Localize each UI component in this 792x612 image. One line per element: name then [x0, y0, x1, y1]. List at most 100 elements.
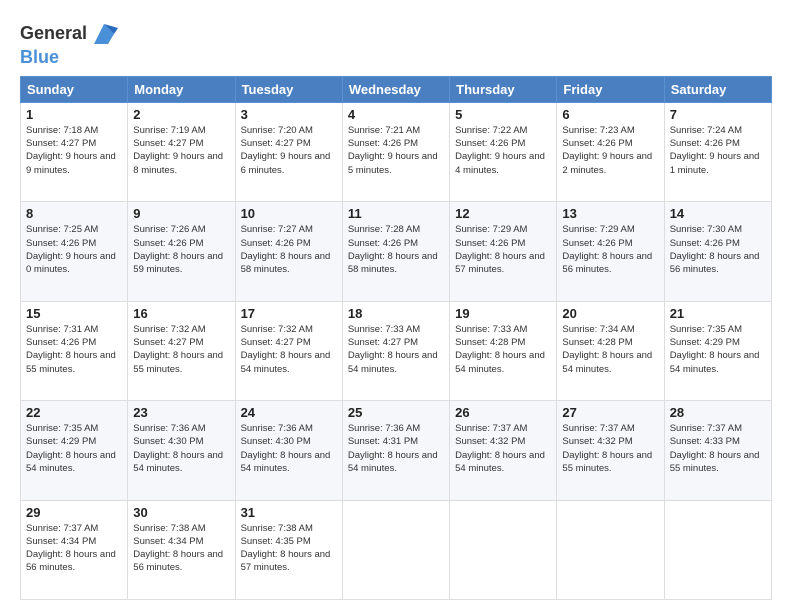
- calendar-cell: 26 Sunrise: 7:37 AMSunset: 4:32 PMDayligh…: [450, 401, 557, 500]
- day-number: 14: [670, 206, 766, 221]
- day-number: 12: [455, 206, 551, 221]
- day-number: 19: [455, 306, 551, 321]
- day-info: Sunrise: 7:36 AMSunset: 4:31 PMDaylight:…: [348, 422, 444, 475]
- day-info: Sunrise: 7:18 AMSunset: 4:27 PMDaylight:…: [26, 124, 122, 177]
- logo-text: General: [20, 24, 87, 44]
- weekday-header-tuesday: Tuesday: [235, 76, 342, 102]
- day-number: 20: [562, 306, 658, 321]
- calendar-cell: [342, 500, 449, 599]
- day-info: Sunrise: 7:19 AMSunset: 4:27 PMDaylight:…: [133, 124, 229, 177]
- day-info: Sunrise: 7:33 AMSunset: 4:28 PMDaylight:…: [455, 323, 551, 376]
- day-info: Sunrise: 7:37 AMSunset: 4:33 PMDaylight:…: [670, 422, 766, 475]
- calendar-cell: 10 Sunrise: 7:27 AMSunset: 4:26 PMDayligh…: [235, 202, 342, 301]
- day-info: Sunrise: 7:32 AMSunset: 4:27 PMDaylight:…: [133, 323, 229, 376]
- day-number: 6: [562, 107, 658, 122]
- day-info: Sunrise: 7:27 AMSunset: 4:26 PMDaylight:…: [241, 223, 337, 276]
- calendar-cell: 24 Sunrise: 7:36 AMSunset: 4:30 PMDayligh…: [235, 401, 342, 500]
- day-info: Sunrise: 7:21 AMSunset: 4:26 PMDaylight:…: [348, 124, 444, 177]
- day-info: Sunrise: 7:38 AMSunset: 4:35 PMDaylight:…: [241, 522, 337, 575]
- day-number: 8: [26, 206, 122, 221]
- day-number: 21: [670, 306, 766, 321]
- day-info: Sunrise: 7:33 AMSunset: 4:27 PMDaylight:…: [348, 323, 444, 376]
- calendar-cell: [557, 500, 664, 599]
- day-info: Sunrise: 7:37 AMSunset: 4:32 PMDaylight:…: [562, 422, 658, 475]
- calendar-cell: [664, 500, 771, 599]
- calendar-cell: 14 Sunrise: 7:30 AMSunset: 4:26 PMDayligh…: [664, 202, 771, 301]
- calendar-cell: 9Sunrise: 7:26 AMSunset: 4:26 PMDaylight…: [128, 202, 235, 301]
- calendar-cell: 6 Sunrise: 7:23 AMSunset: 4:26 PMDaylight…: [557, 102, 664, 201]
- logo-icon: [90, 20, 118, 48]
- calendar-cell: 23 Sunrise: 7:36 AMSunset: 4:30 PMDayligh…: [128, 401, 235, 500]
- day-info: Sunrise: 7:35 AMSunset: 4:29 PMDaylight:…: [670, 323, 766, 376]
- day-info: Sunrise: 7:23 AMSunset: 4:26 PMDaylight:…: [562, 124, 658, 177]
- calendar-cell: 17 Sunrise: 7:32 AMSunset: 4:27 PMDayligh…: [235, 301, 342, 400]
- day-number: 5: [455, 107, 551, 122]
- day-number: 16: [133, 306, 229, 321]
- calendar-cell: 20 Sunrise: 7:34 AMSunset: 4:28 PMDayligh…: [557, 301, 664, 400]
- calendar-cell: 5 Sunrise: 7:22 AMSunset: 4:26 PMDaylight…: [450, 102, 557, 201]
- day-info: Sunrise: 7:20 AMSunset: 4:27 PMDaylight:…: [241, 124, 337, 177]
- header: General Blue: [20, 16, 772, 68]
- day-number: 27: [562, 405, 658, 420]
- page: General Blue SundayMondayTuesdayWednesda…: [0, 0, 792, 612]
- day-number: 30: [133, 505, 229, 520]
- day-info: Sunrise: 7:29 AMSunset: 4:26 PMDaylight:…: [562, 223, 658, 276]
- weekday-header-monday: Monday: [128, 76, 235, 102]
- calendar-cell: 31 Sunrise: 7:38 AMSunset: 4:35 PMDayligh…: [235, 500, 342, 599]
- calendar-cell: 3 Sunrise: 7:20 AMSunset: 4:27 PMDaylight…: [235, 102, 342, 201]
- logo: General Blue: [20, 20, 118, 68]
- calendar-cell: [450, 500, 557, 599]
- day-number: 18: [348, 306, 444, 321]
- day-number: 13: [562, 206, 658, 221]
- calendar-cell: 19 Sunrise: 7:33 AMSunset: 4:28 PMDayligh…: [450, 301, 557, 400]
- day-info: Sunrise: 7:24 AMSunset: 4:26 PMDaylight:…: [670, 124, 766, 177]
- calendar-cell: 25 Sunrise: 7:36 AMSunset: 4:31 PMDayligh…: [342, 401, 449, 500]
- calendar-table: SundayMondayTuesdayWednesdayThursdayFrid…: [20, 76, 772, 600]
- day-info: Sunrise: 7:30 AMSunset: 4:26 PMDaylight:…: [670, 223, 766, 276]
- calendar-cell: 7 Sunrise: 7:24 AMSunset: 4:26 PMDaylight…: [664, 102, 771, 201]
- calendar-cell: 22 Sunrise: 7:35 AMSunset: 4:29 PMDayligh…: [21, 401, 128, 500]
- day-number: 11: [348, 206, 444, 221]
- calendar-cell: 15Sunrise: 7:31 AMSunset: 4:26 PMDayligh…: [21, 301, 128, 400]
- day-info: Sunrise: 7:37 AMSunset: 4:34 PMDaylight:…: [26, 522, 122, 575]
- day-info: Sunrise: 7:35 AMSunset: 4:29 PMDaylight:…: [26, 422, 122, 475]
- day-number: 28: [670, 405, 766, 420]
- day-number: 25: [348, 405, 444, 420]
- day-info: Sunrise: 7:32 AMSunset: 4:27 PMDaylight:…: [241, 323, 337, 376]
- weekday-header-wednesday: Wednesday: [342, 76, 449, 102]
- calendar-cell: 11 Sunrise: 7:28 AMSunset: 4:26 PMDayligh…: [342, 202, 449, 301]
- day-info: Sunrise: 7:36 AMSunset: 4:30 PMDaylight:…: [133, 422, 229, 475]
- calendar-cell: 1Sunrise: 7:18 AMSunset: 4:27 PMDaylight…: [21, 102, 128, 201]
- day-number: 3: [241, 107, 337, 122]
- day-number: 17: [241, 306, 337, 321]
- calendar-cell: 21 Sunrise: 7:35 AMSunset: 4:29 PMDayligh…: [664, 301, 771, 400]
- weekday-header-sunday: Sunday: [21, 76, 128, 102]
- day-number: 26: [455, 405, 551, 420]
- day-number: 4: [348, 107, 444, 122]
- day-number: 9: [133, 206, 229, 221]
- logo-blue: Blue: [20, 48, 118, 68]
- day-info: Sunrise: 7:36 AMSunset: 4:30 PMDaylight:…: [241, 422, 337, 475]
- day-number: 23: [133, 405, 229, 420]
- calendar-cell: 28 Sunrise: 7:37 AMSunset: 4:33 PMDayligh…: [664, 401, 771, 500]
- calendar-cell: 2Sunrise: 7:19 AMSunset: 4:27 PMDaylight…: [128, 102, 235, 201]
- day-info: Sunrise: 7:37 AMSunset: 4:32 PMDaylight:…: [455, 422, 551, 475]
- day-info: Sunrise: 7:31 AMSunset: 4:26 PMDaylight:…: [26, 323, 122, 376]
- day-info: Sunrise: 7:22 AMSunset: 4:26 PMDaylight:…: [455, 124, 551, 177]
- day-info: Sunrise: 7:29 AMSunset: 4:26 PMDaylight:…: [455, 223, 551, 276]
- calendar-cell: 29Sunrise: 7:37 AMSunset: 4:34 PMDayligh…: [21, 500, 128, 599]
- weekday-header-saturday: Saturday: [664, 76, 771, 102]
- calendar-cell: 8 Sunrise: 7:25 AMSunset: 4:26 PMDaylight…: [21, 202, 128, 301]
- day-info: Sunrise: 7:25 AMSunset: 4:26 PMDaylight:…: [26, 223, 122, 276]
- calendar-cell: 16 Sunrise: 7:32 AMSunset: 4:27 PMDayligh…: [128, 301, 235, 400]
- day-info: Sunrise: 7:28 AMSunset: 4:26 PMDaylight:…: [348, 223, 444, 276]
- day-number: 24: [241, 405, 337, 420]
- day-number: 22: [26, 405, 122, 420]
- day-number: 10: [241, 206, 337, 221]
- day-number: 7: [670, 107, 766, 122]
- weekday-header-friday: Friday: [557, 76, 664, 102]
- day-info: Sunrise: 7:38 AMSunset: 4:34 PMDaylight:…: [133, 522, 229, 575]
- day-number: 31: [241, 505, 337, 520]
- day-info: Sunrise: 7:34 AMSunset: 4:28 PMDaylight:…: [562, 323, 658, 376]
- calendar-cell: 30 Sunrise: 7:38 AMSunset: 4:34 PMDayligh…: [128, 500, 235, 599]
